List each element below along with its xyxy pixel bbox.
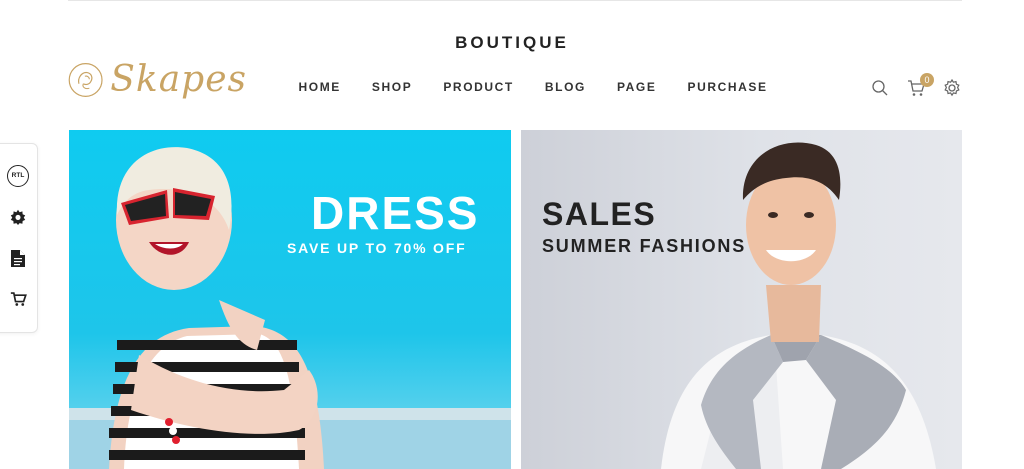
gear-icon [10, 209, 26, 225]
nav-item-blog[interactable]: BLOG [532, 80, 598, 94]
logo-text: Skapes [110, 59, 247, 100]
search-button[interactable] [870, 78, 890, 98]
banner-subtitle: SAVE UP TO 70% OFF [287, 240, 467, 256]
settings-button[interactable] [942, 78, 962, 98]
woman-model-image [69, 147, 511, 469]
sales-promo-banner[interactable]: SALES SUMMER FASHIONS [521, 130, 962, 469]
documentation-button[interactable] [6, 246, 30, 270]
cart-count-badge: 0 [920, 73, 934, 87]
cart-icon [10, 292, 27, 306]
man-model-image [661, 142, 936, 469]
nav-item-home[interactable]: HOME [286, 80, 353, 94]
side-toolbar: RTL [0, 143, 38, 333]
purchase-button[interactable] [6, 287, 30, 311]
rtl-toggle-button[interactable]: RTL [6, 164, 30, 188]
logo-mark-icon [68, 63, 103, 97]
header-actions: 0 [870, 73, 978, 98]
banner-subtitle: SUMMER FASHIONS [542, 236, 747, 256]
rtl-icon: RTL [7, 165, 29, 187]
banner-title: DRESS [311, 187, 480, 239]
search-icon [872, 80, 888, 96]
document-icon [11, 249, 25, 267]
banner-title: SALES [542, 196, 657, 232]
cart-button[interactable]: 0 [906, 73, 934, 98]
gear-icon [944, 78, 960, 97]
nav-item-page[interactable]: PAGE [604, 80, 669, 94]
main-nav: HOME SHOP PRODUCT BLOG PAGE PURCHASE [286, 80, 786, 94]
site-title: BOUTIQUE [455, 33, 569, 52]
nav-item-purchase[interactable]: PURCHASE [675, 80, 780, 94]
nav-item-shop[interactable]: SHOP [359, 80, 424, 94]
settings-panel-button[interactable] [6, 205, 30, 229]
nav-item-product[interactable]: PRODUCT [431, 80, 527, 94]
logo[interactable]: Skapes [67, 53, 247, 107]
top-divider [68, 0, 962, 1]
dress-promo-banner[interactable]: DRESS SAVE UP TO 70% OFF [69, 130, 511, 469]
